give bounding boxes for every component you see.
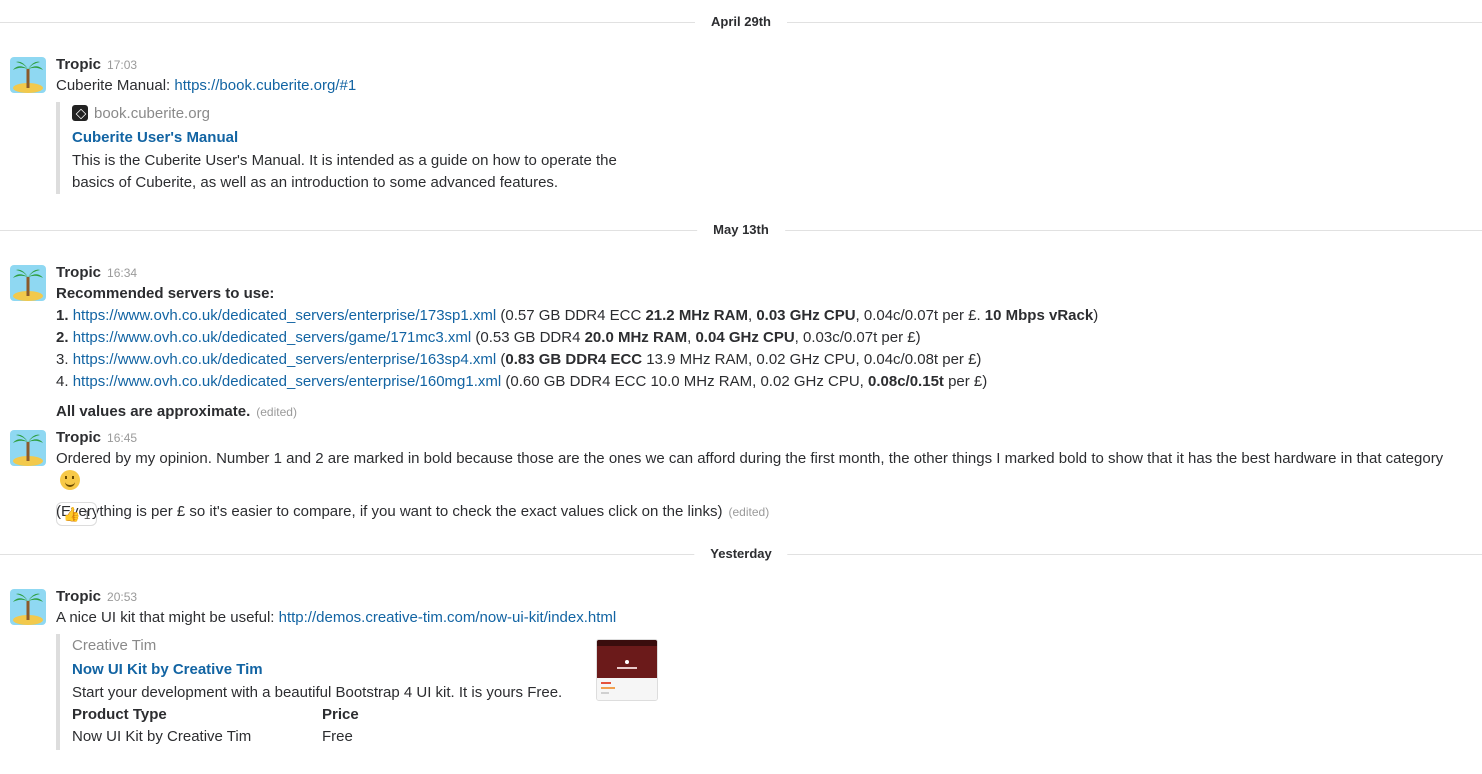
timestamp[interactable]: 16:34 bbox=[107, 266, 137, 280]
spec-bold: 21.2 MHz RAM bbox=[645, 307, 748, 324]
date-label: May 13th bbox=[697, 222, 785, 238]
spec-text: (0.60 GB DDR4 ECC 10.0 MHz RAM, 0.02 GHz… bbox=[501, 373, 869, 390]
timestamp[interactable]: 17:03 bbox=[107, 58, 137, 72]
avatar[interactable] bbox=[10, 265, 46, 301]
message-text: (Everything is per £ so it's easier to c… bbox=[56, 503, 723, 520]
edited-label: (edited) bbox=[256, 405, 297, 419]
slightly-smiling-face-icon bbox=[60, 470, 80, 490]
site-favicon-icon bbox=[72, 105, 88, 121]
preview-text: basics of Cuberite, as well as an introd… bbox=[72, 174, 559, 191]
list-item: 4. https://www.ovh.co.uk/dedicated_serve… bbox=[56, 371, 1462, 393]
sender-name[interactable]: Tropic bbox=[56, 264, 101, 281]
message-text: A nice UI kit that might be useful: bbox=[56, 609, 279, 626]
spec-text: ) bbox=[1093, 307, 1099, 324]
spec-text: , 0.03c/0.07t per £) bbox=[794, 329, 921, 346]
preview-text: This is the Cuberite User's Manual. It i… bbox=[72, 152, 617, 169]
message-link[interactable]: https://book.cuberite.org/#1 bbox=[174, 77, 356, 94]
message-link[interactable]: http://demos.creative-tim.com/now-ui-kit… bbox=[279, 609, 617, 626]
preview-title-link[interactable]: Cuberite User's Manual bbox=[72, 129, 238, 146]
date-label: April 29th bbox=[695, 14, 787, 30]
message-text: Ordered by my opinion. Number 1 and 2 ar… bbox=[56, 450, 1444, 467]
spec-bold: 0.03 GHz CPU bbox=[756, 307, 856, 324]
field-label: Price bbox=[322, 706, 359, 723]
date-divider: April 29th bbox=[0, 14, 1482, 30]
server-link[interactable]: https://www.ovh.co.uk/dedicated_servers/… bbox=[73, 351, 497, 368]
field-label: Product Type bbox=[72, 706, 167, 723]
spec-text: per £) bbox=[943, 373, 988, 390]
link-preview: book.cuberite.org Cuberite User's Manual… bbox=[56, 102, 617, 194]
preview-fields: Product Type Price Now UI Kit by Creativ… bbox=[72, 704, 522, 748]
edited-label: (edited) bbox=[728, 505, 770, 519]
preview-text: Start your development with a beautiful … bbox=[72, 684, 563, 701]
avatar[interactable] bbox=[10, 589, 46, 625]
reaction-button[interactable]: 👍 1 bbox=[56, 502, 98, 526]
list-number: 3. bbox=[56, 351, 69, 368]
list-number: 1. bbox=[56, 307, 69, 324]
message: Tropic 17:03 Cuberite Manual: https://boo… bbox=[56, 55, 1462, 97]
field-value: Now UI Kit by Creative Tim bbox=[72, 728, 252, 745]
message: Tropic 20:53 A nice UI kit that might be … bbox=[56, 587, 1462, 629]
reaction-count: 1 bbox=[83, 508, 91, 522]
thumbs-up-icon: 👍 bbox=[63, 506, 81, 522]
avatar[interactable] bbox=[10, 430, 46, 466]
spec-text: 13.9 MHz RAM, 0.02 GHz CPU, 0.04c/0.08t … bbox=[642, 351, 982, 368]
date-divider: Yesterday bbox=[0, 546, 1482, 562]
list-item: 2. https://www.ovh.co.uk/dedicated_serve… bbox=[56, 327, 1462, 349]
message-text: Cuberite Manual: bbox=[56, 77, 175, 94]
list-number: 4. bbox=[56, 373, 69, 390]
server-link[interactable]: https://www.ovh.co.uk/dedicated_servers/… bbox=[73, 307, 497, 324]
sender-name[interactable]: Tropic bbox=[56, 429, 101, 446]
message: Tropic 16:34 Recommended servers to use: … bbox=[56, 263, 1462, 423]
list-item: 1. https://www.ovh.co.uk/dedicated_serve… bbox=[56, 305, 1462, 327]
preview-service: Creative Tim bbox=[72, 637, 157, 654]
spec-bold: 0.08c/0.15t bbox=[868, 373, 944, 390]
timestamp[interactable]: 20:53 bbox=[107, 590, 137, 604]
spec-text: (0.53 GB DDR4 bbox=[471, 329, 585, 346]
server-link[interactable]: https://www.ovh.co.uk/dedicated_servers/… bbox=[73, 329, 472, 346]
list-number: 2. bbox=[56, 329, 69, 346]
spec-bold: 20.0 MHz RAM bbox=[584, 329, 688, 346]
date-label: Yesterday bbox=[694, 546, 788, 562]
sender-name[interactable]: Tropic bbox=[56, 56, 101, 73]
spec-bold: 10 Mbps vRack bbox=[984, 307, 1094, 324]
server-link[interactable]: https://www.ovh.co.uk/dedicated_servers/… bbox=[73, 373, 502, 390]
date-divider: May 13th bbox=[0, 222, 1482, 238]
message-footer: All values are approximate. bbox=[56, 403, 251, 420]
timestamp[interactable]: 16:45 bbox=[107, 431, 137, 445]
preview-service: book.cuberite.org bbox=[94, 105, 210, 122]
spec-bold: 0.83 GB DDR4 ECC bbox=[505, 351, 643, 368]
preview-title-link[interactable]: Now UI Kit by Creative Tim bbox=[72, 661, 263, 678]
message: Tropic 16:45 Ordered by my opinion. Numbe… bbox=[56, 428, 1462, 523]
avatar[interactable] bbox=[10, 57, 46, 93]
spec-bold: 0.04 GHz CPU bbox=[695, 329, 795, 346]
list-item: 3. https://www.ovh.co.uk/dedicated_serve… bbox=[56, 349, 1462, 371]
preview-thumbnail[interactable] bbox=[596, 639, 658, 701]
field-value: Free bbox=[322, 728, 353, 745]
sender-name[interactable]: Tropic bbox=[56, 588, 101, 605]
spec-text: (0.57 GB DDR4 ECC bbox=[496, 307, 646, 324]
spec-text: , 0.04c/0.07t per £. bbox=[855, 307, 985, 324]
message-heading: Recommended servers to use: bbox=[56, 285, 275, 302]
